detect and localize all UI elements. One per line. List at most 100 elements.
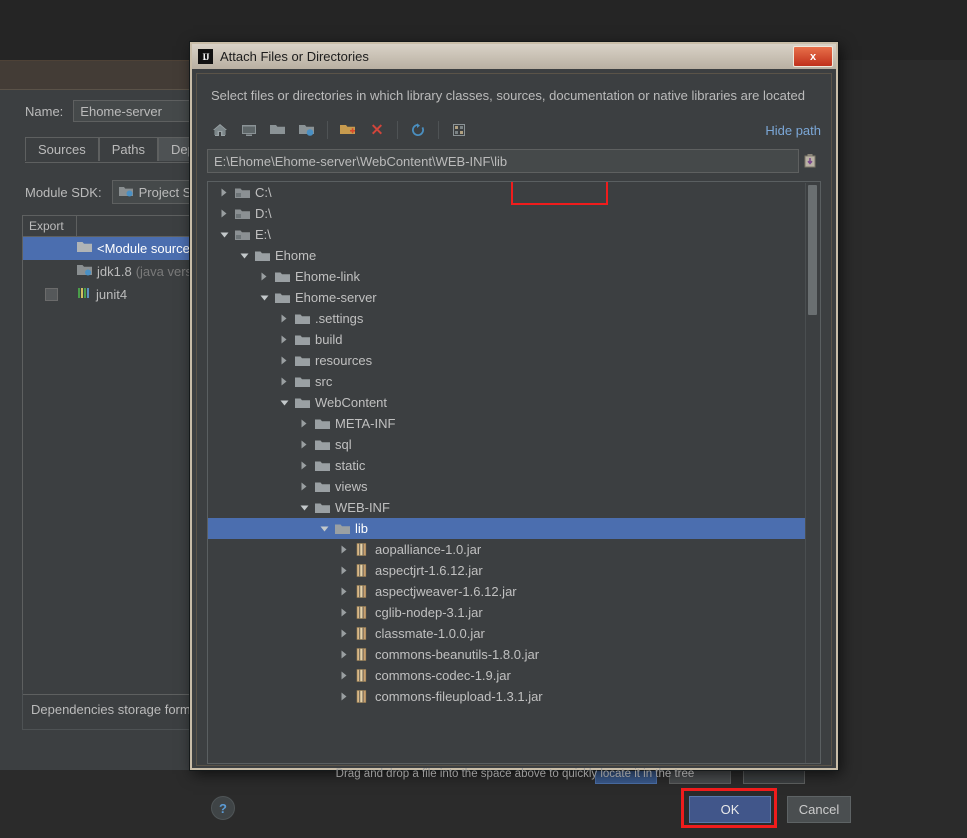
tree-node-label: classmate-1.0.0.jar — [375, 626, 485, 641]
tree-node-label: views — [335, 479, 368, 494]
chevron-right-icon[interactable] — [336, 566, 352, 575]
chevron-down-icon[interactable] — [296, 504, 312, 512]
chevron-down-icon[interactable] — [276, 399, 292, 407]
drive-icon — [232, 187, 252, 199]
chevron-right-icon[interactable] — [336, 671, 352, 680]
tree-node[interactable]: Ehome-link — [208, 266, 806, 287]
jar-icon — [352, 606, 372, 619]
folder-icon — [292, 376, 312, 388]
tree-node[interactable]: C:\ — [208, 182, 806, 203]
tree-node[interactable]: aspectjrt-1.6.12.jar — [208, 560, 806, 581]
tree-node[interactable]: WEB-INF — [208, 497, 806, 518]
tree-scrollbar[interactable] — [805, 183, 819, 763]
tree-node-label: resources — [315, 353, 373, 368]
desktop-icon[interactable] — [236, 118, 262, 142]
chevron-down-icon[interactable] — [316, 525, 332, 533]
tree-node[interactable]: commons-fileupload-1.3.1.jar — [208, 686, 806, 707]
tree-node-label: commons-fileupload-1.3.1.jar — [375, 689, 543, 704]
tab-sources[interactable]: Sources — [25, 137, 99, 161]
tree-node[interactable]: lib — [208, 518, 806, 539]
tree-node[interactable]: build — [208, 329, 806, 350]
tab-underline — [25, 162, 200, 163]
chevron-right-icon[interactable] — [336, 629, 352, 638]
folder-icon — [272, 271, 292, 283]
chevron-down-icon[interactable] — [256, 294, 272, 302]
chevron-right-icon[interactable] — [296, 482, 312, 491]
cancel-button[interactable]: Cancel — [787, 796, 851, 823]
hide-path-link[interactable]: Hide path — [765, 123, 821, 138]
intellij-icon: IJ — [198, 49, 213, 64]
chevron-right-icon[interactable] — [336, 608, 352, 617]
chevron-right-icon[interactable] — [336, 650, 352, 659]
export-checkbox-cell[interactable] — [25, 288, 77, 301]
tree-node[interactable]: E:\ — [208, 224, 806, 245]
new-folder-icon[interactable] — [335, 118, 361, 142]
show-hidden-icon[interactable] — [446, 118, 472, 142]
table-row[interactable]: jdk1.8 (java vers — [23, 260, 201, 283]
tree-node[interactable]: WebContent — [208, 392, 806, 413]
chevron-right-icon[interactable] — [276, 356, 292, 365]
tree-node-label: WebContent — [315, 395, 388, 410]
toolbar-separator — [327, 121, 328, 139]
folder-module-icon — [77, 241, 92, 256]
tree-node[interactable]: resources — [208, 350, 806, 371]
tree-node[interactable]: aopalliance-1.0.jar — [208, 539, 806, 560]
tree-node[interactable]: Ehome-server — [208, 287, 806, 308]
chevron-right-icon[interactable] — [276, 314, 292, 323]
chevron-right-icon[interactable] — [296, 440, 312, 449]
table-row-sublabel: (java vers — [135, 264, 193, 279]
tree-node[interactable]: Ehome — [208, 245, 806, 266]
tree-node-label: lib — [355, 521, 369, 536]
chevron-down-icon[interactable] — [236, 252, 252, 260]
tab-paths[interactable]: Paths — [98, 137, 158, 161]
dialog-titlebar[interactable]: IJ Attach Files or Directories x — [192, 44, 836, 69]
tree-node[interactable]: classmate-1.0.0.jar — [208, 623, 806, 644]
tree-node[interactable]: views — [208, 476, 806, 497]
help-icon[interactable]: ? — [211, 796, 235, 820]
chevron-right-icon[interactable] — [336, 587, 352, 596]
toolbar-separator — [438, 121, 439, 139]
path-input[interactable]: E:\Ehome\Ehome-server\WebContent\WEB-INF… — [207, 149, 799, 173]
chevron-right-icon[interactable] — [296, 419, 312, 428]
chevron-right-icon[interactable] — [216, 188, 232, 197]
tree-node[interactable]: commons-codec-1.9.jar — [208, 665, 806, 686]
folder-icon — [292, 313, 312, 325]
table-row[interactable]: <Module source — [23, 237, 201, 260]
tree-node-label: cglib-nodep-3.1.jar — [375, 605, 483, 620]
tree-node-label: sql — [335, 437, 352, 452]
tree-node[interactable]: D:\ — [208, 203, 806, 224]
chevron-right-icon[interactable] — [276, 377, 292, 386]
paste-icon[interactable] — [799, 149, 821, 173]
tree-node[interactable]: static — [208, 455, 806, 476]
tree-scrollbar-thumb[interactable] — [808, 185, 817, 315]
home-icon[interactable] — [207, 118, 233, 142]
close-icon[interactable]: x — [793, 46, 833, 67]
chevron-right-icon[interactable] — [336, 692, 352, 701]
ok-button[interactable]: OK — [689, 796, 771, 823]
chevron-right-icon[interactable] — [216, 209, 232, 218]
table-row[interactable]: junit4 — [23, 283, 201, 306]
tree-node-label: Ehome — [275, 248, 317, 263]
chevron-right-icon[interactable] — [296, 461, 312, 470]
tree-node[interactable]: src — [208, 371, 806, 392]
tree-node[interactable]: commons-beanutils-1.8.0.jar — [208, 644, 806, 665]
project-folder-icon[interactable] — [265, 118, 291, 142]
refresh-icon[interactable] — [405, 118, 431, 142]
folder-icon — [312, 418, 332, 430]
tree-node[interactable]: sql — [208, 434, 806, 455]
tree-node-label: src — [315, 374, 333, 389]
chevron-right-icon[interactable] — [276, 335, 292, 344]
chevron-down-icon[interactable] — [216, 231, 232, 239]
tree-node[interactable]: aspectjweaver-1.6.12.jar — [208, 581, 806, 602]
chevron-right-icon[interactable] — [336, 545, 352, 554]
tree-node-label: build — [315, 332, 343, 347]
delete-icon[interactable] — [364, 118, 390, 142]
chevron-right-icon[interactable] — [256, 272, 272, 281]
tree-node[interactable]: META-INF — [208, 413, 806, 434]
file-tree[interactable]: C:\ D:\ E:\ Ehome Ehome-link Ehome-server .set… — [207, 181, 821, 764]
module-folder-icon[interactable] — [294, 118, 320, 142]
tree-node[interactable]: cglib-nodep-3.1.jar — [208, 602, 806, 623]
export-checkbox[interactable] — [44, 288, 58, 301]
tree-node[interactable]: .settings — [208, 308, 806, 329]
jar-icon — [352, 690, 372, 703]
